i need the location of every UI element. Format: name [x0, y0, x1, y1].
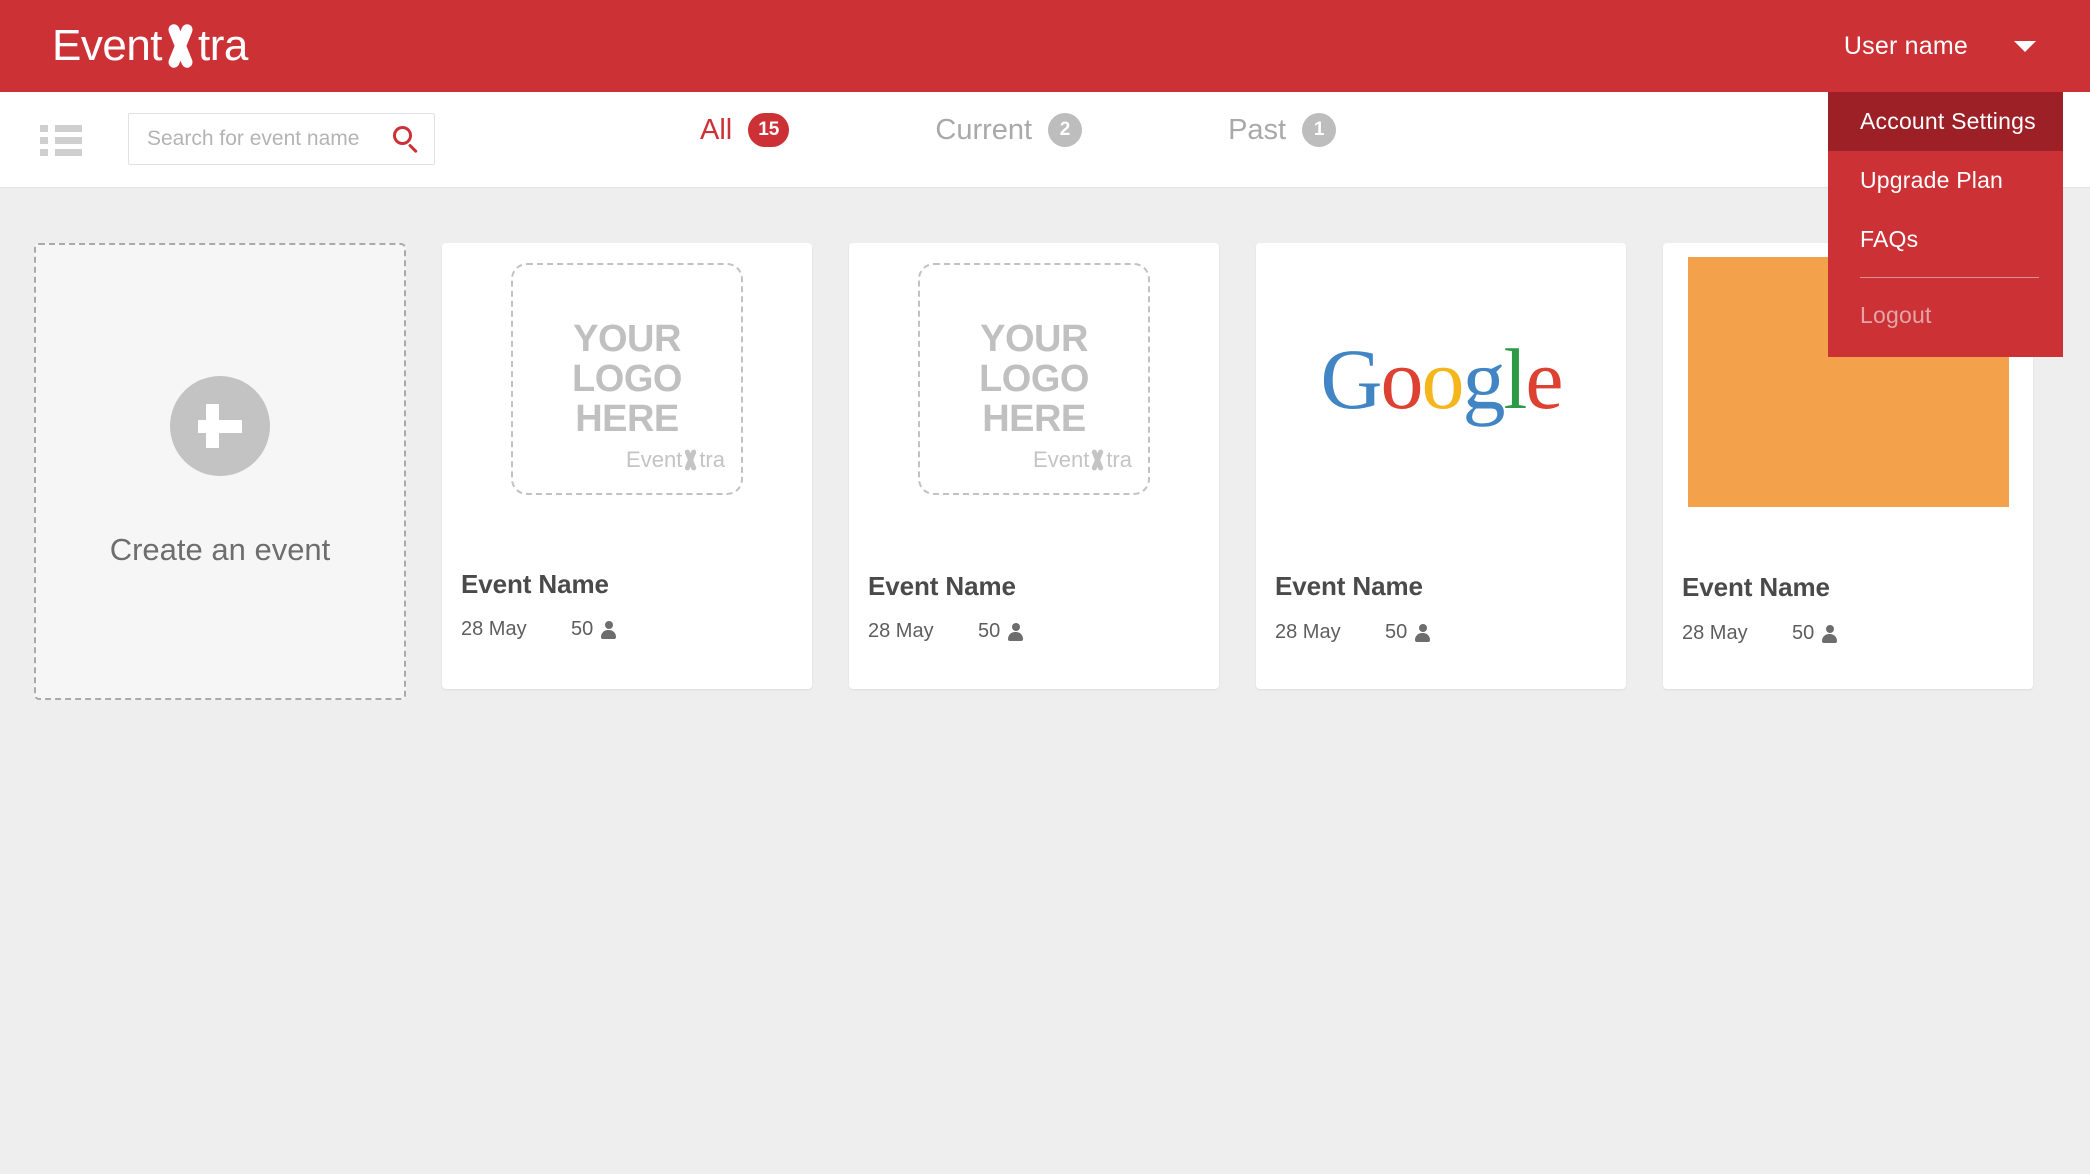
placeholder-line-3: HERE — [575, 398, 679, 440]
menu-item-label: Upgrade Plan — [1860, 167, 2004, 193]
attendee-count: 50 — [1792, 622, 1815, 644]
event-name: Event Name — [1682, 572, 1830, 602]
list-view-icon[interactable] — [40, 124, 82, 158]
create-event-label: Create an event — [109, 531, 331, 567]
chevron-down-icon — [2014, 40, 2036, 52]
watermark-x-icon — [1088, 448, 1107, 472]
app-header: Event tra User name — [0, 0, 2090, 92]
logo-placeholder: YOUR LOGO HERE Event tra — [511, 263, 743, 495]
person-icon — [1415, 623, 1431, 642]
tab-past[interactable]: Past 1 — [1228, 113, 1337, 147]
menu-item-label: Account Settings — [1860, 108, 2036, 134]
search-icon[interactable] — [392, 125, 420, 154]
events-grid: Create an event YOUR LOGO HERE Event tra… — [0, 189, 2090, 1174]
logo-placeholder: YOUR LOGO HERE Event tra — [918, 263, 1150, 495]
attendee-count: 50 — [571, 618, 594, 640]
menu-item-label: FAQs — [1860, 226, 1919, 252]
attendee-count: 50 — [978, 620, 1001, 642]
event-name: Event Name — [868, 571, 1016, 601]
tab-count-badge: 15 — [748, 113, 790, 147]
event-attendees: 50 — [978, 620, 1024, 643]
event-card[interactable]: YOUR LOGO HERE Event tra Event Name 28 M… — [442, 243, 812, 689]
event-card[interactable]: YOUR LOGO HERE Event tra Event Name 28 M… — [849, 243, 1219, 689]
event-card-media: YOUR LOGO HERE Event tra — [849, 243, 1219, 515]
eventxtra-watermark: Event tra — [1033, 447, 1132, 472]
logo-text-event: Event — [52, 21, 163, 70]
menu-item-account-settings[interactable]: Account Settings — [1828, 92, 2063, 151]
event-card[interactable]: Google Event Name 28 May 50 — [1256, 243, 1626, 689]
tab-current[interactable]: Current 2 — [935, 113, 1083, 147]
event-date: 28 May — [1275, 621, 1341, 643]
event-name: Event Name — [1275, 571, 1423, 601]
event-date: 28 May — [868, 620, 934, 642]
event-date: 28 May — [461, 618, 527, 640]
placeholder-line-1: YOUR — [980, 318, 1088, 360]
person-icon — [1822, 624, 1838, 643]
menu-item-logout[interactable]: Logout — [1828, 286, 2063, 345]
watermark-x-icon — [681, 448, 700, 472]
tab-all[interactable]: All 15 — [700, 113, 790, 147]
event-meta: 28 May 50 — [461, 618, 617, 641]
event-name: Event Name — [461, 569, 609, 599]
user-name-label: User name — [1843, 31, 1968, 60]
placeholder-line-1: YOUR — [573, 318, 681, 360]
event-meta: 28 May 50 — [868, 620, 1024, 643]
eventxtra-logo[interactable]: Event tra — [52, 20, 248, 72]
event-meta: 28 May 50 — [1275, 621, 1431, 644]
event-attendees: 50 — [1792, 622, 1838, 645]
tab-label: All — [700, 113, 733, 146]
google-logo: Google — [1320, 331, 1563, 427]
tab-label: Current — [935, 113, 1033, 146]
plus-icon — [170, 375, 270, 476]
event-date: 28 May — [1682, 622, 1748, 644]
tab-label: Past — [1228, 113, 1287, 146]
person-icon — [1008, 622, 1024, 641]
tab-count-badge: 2 — [1048, 113, 1083, 147]
user-menu-button[interactable]: User name — [1824, 0, 2062, 92]
search-box[interactable] — [128, 113, 435, 165]
person-icon — [601, 620, 617, 639]
event-card-media: Google — [1256, 243, 1626, 515]
menu-item-label: Logout — [1860, 302, 1932, 328]
search-input[interactable] — [147, 114, 377, 164]
attendee-count: 50 — [1385, 621, 1408, 643]
tab-count-badge: 1 — [1302, 113, 1337, 147]
event-attendees: 50 — [571, 618, 617, 641]
event-attendees: 50 — [1385, 621, 1431, 644]
create-event-card[interactable]: Create an event — [34, 243, 406, 700]
eventxtra-watermark: Event tra — [626, 447, 725, 472]
event-filter-tabs: All 15 Current 2 Past 1 — [700, 113, 1337, 147]
menu-item-upgrade-plan[interactable]: Upgrade Plan — [1828, 151, 2063, 210]
event-card-media: YOUR LOGO HERE Event tra — [442, 243, 812, 515]
menu-item-faqs[interactable]: FAQs — [1828, 210, 2063, 269]
logo-text-xtra: tra — [198, 21, 248, 70]
user-dropdown-menu[interactable]: Account Settings Upgrade Plan FAQs Logou… — [1828, 92, 2063, 357]
event-meta: 28 May 50 — [1682, 622, 1838, 645]
placeholder-line-2: LOGO — [572, 358, 682, 400]
placeholder-line-2: LOGO — [979, 358, 1089, 400]
placeholder-line-3: HERE — [982, 398, 1086, 440]
menu-divider — [1860, 277, 2039, 278]
logo-x-icon — [160, 22, 200, 70]
